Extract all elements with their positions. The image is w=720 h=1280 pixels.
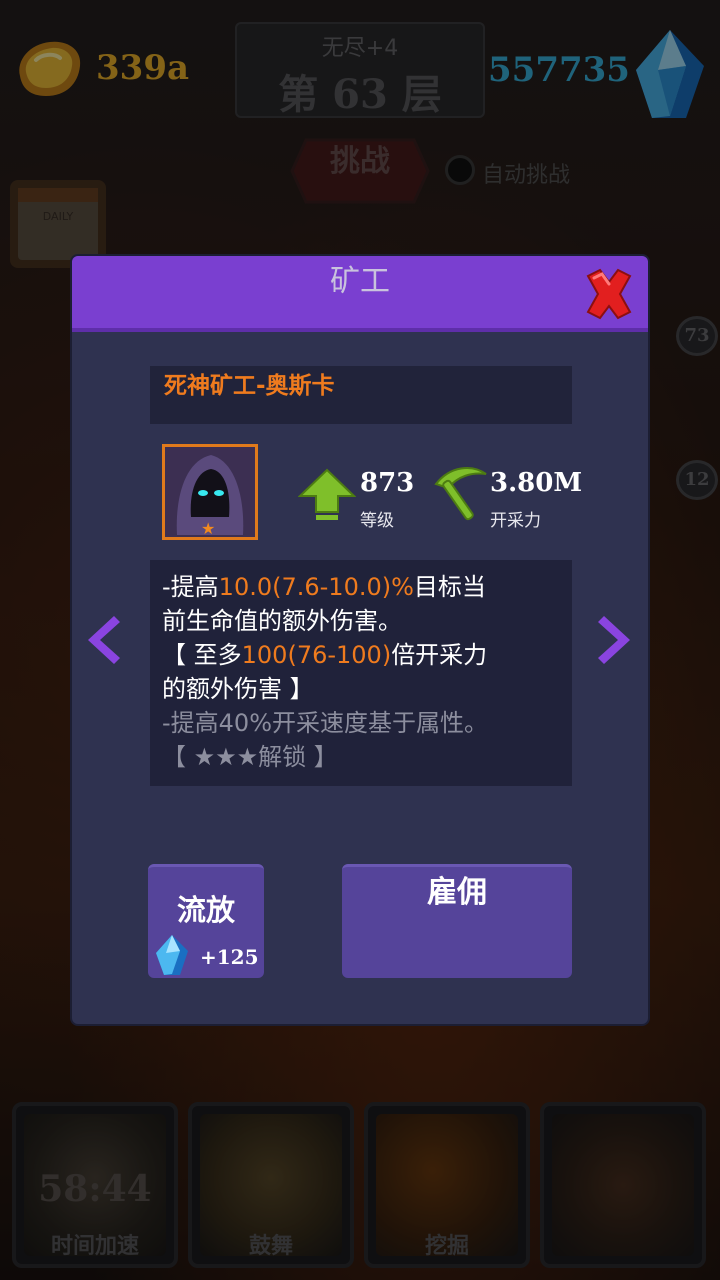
miner-name-bar: 死神矿工-奥斯卡 <box>150 366 572 424</box>
level-caption: 等级 <box>360 511 394 531</box>
exile-label: 流放 <box>176 893 235 927</box>
desc-highlight: 100(76-100) <box>241 641 392 669</box>
desc-line-6: 【 ★★★解锁 】 <box>162 743 338 771</box>
mining-power-caption: 开采力 <box>490 511 541 531</box>
hire-button[interactable]: 雇佣 <box>342 864 572 978</box>
hire-label: 雇佣 <box>427 875 487 910</box>
desc-line-5: -提高40%开采速度基于属性。 <box>162 709 489 737</box>
desc-text: -提高 <box>162 573 219 601</box>
desc-text: 目标当 <box>413 573 486 601</box>
desc-line-4: 的额外伤害 】 <box>162 675 314 703</box>
level-up-arrow-icon <box>298 468 356 520</box>
previous-arrow-icon[interactable] <box>80 612 124 668</box>
miner-name: 死神矿工-奥斯卡 <box>164 373 335 399</box>
mining-power-value: 3.80M <box>490 468 583 498</box>
dialog-header: 矿工 <box>72 256 648 332</box>
exile-button[interactable]: 流放 +125 <box>148 864 264 978</box>
blue-gem-icon <box>156 935 188 975</box>
close-icon[interactable] <box>580 266 638 322</box>
star-rating: ★ <box>201 519 216 538</box>
pickaxe-power-icon <box>434 467 487 521</box>
desc-line-2: 前生命值的额外伤害。 <box>162 607 402 635</box>
desc-text: 倍开采力 <box>391 641 488 669</box>
skill-description: -提高10.0(7.6-10.0)%目标当 前生命值的额外伤害。 【 至多100… <box>150 560 572 786</box>
desc-line-3: 【 至多100(76-100)倍开采力 <box>162 638 560 672</box>
next-arrow-icon[interactable] <box>594 612 638 668</box>
exile-cost: +125 <box>200 945 259 969</box>
miner-dialog: 矿工 死神矿工-奥斯卡 ★ 873 等级 3.80M 开采力 -提高10.0(7… <box>72 256 648 1024</box>
desc-line-1: -提高10.0(7.6-10.0)%目标当 <box>162 570 560 604</box>
dialog-title: 矿工 <box>330 264 390 299</box>
miner-portrait: ★ <box>162 444 258 540</box>
level-value: 873 <box>360 468 415 498</box>
desc-text: 【 至多 <box>162 641 242 669</box>
desc-highlight: 10.0(7.6-10.0)% <box>218 573 414 601</box>
